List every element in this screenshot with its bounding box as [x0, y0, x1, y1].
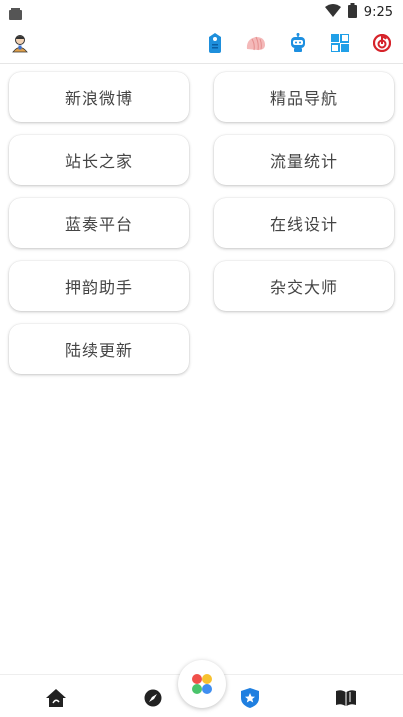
apps-icon[interactable] — [178, 660, 226, 708]
grid-item-label: 站长之家 — [64, 152, 133, 171]
home-icon[interactable] — [46, 688, 66, 708]
grid-item-label: 蓝奏平台 — [64, 215, 133, 234]
grid-app-icon[interactable] — [329, 32, 351, 54]
wifi-icon — [324, 3, 341, 21]
grid-item-lanzou-platform[interactable]: 蓝奏平台 — [9, 198, 189, 248]
grid-item-premium-nav[interactable]: 精品导航 — [214, 72, 394, 122]
status-bar: 9:25 — [0, 0, 403, 24]
grid-item-hybrid-master[interactable]: 杂交大师 — [214, 261, 394, 311]
book-icon[interactable] — [336, 688, 356, 708]
status-right-group: 9:25 — [324, 2, 393, 22]
grid-item-label: 精品导航 — [269, 89, 338, 108]
grid-item-more-coming[interactable]: 陆续更新 — [9, 324, 189, 374]
top-toolbar — [0, 24, 403, 64]
shield-star-icon[interactable] — [240, 688, 260, 708]
compass-icon[interactable] — [143, 688, 163, 708]
notification-square-icon — [9, 5, 22, 20]
battery-icon — [347, 2, 357, 22]
shell-icon[interactable] — [245, 32, 267, 54]
grid-item-rhyme-helper[interactable]: 押韵助手 — [9, 261, 189, 311]
grid-item-label: 在线设计 — [269, 215, 338, 234]
grid-item-label: 新浪微博 — [64, 89, 133, 108]
music-disc-icon[interactable] — [371, 32, 393, 54]
grid-item-label: 押韵助手 — [64, 278, 133, 297]
user-avatar-icon[interactable] — [9, 32, 31, 54]
tag-icon[interactable] — [204, 32, 226, 54]
robot-icon[interactable] — [287, 32, 309, 54]
grid-item-label: 杂交大师 — [269, 278, 338, 297]
grid-item-sina-weibo[interactable]: 新浪微博 — [9, 72, 189, 122]
grid-item-webmaster-home[interactable]: 站长之家 — [9, 135, 189, 185]
grid-item-online-design[interactable]: 在线设计 — [214, 198, 394, 248]
status-time: 9:25 — [363, 4, 393, 20]
grid-item-label: 流量统计 — [269, 152, 338, 171]
grid-item-traffic-stats[interactable]: 流量统计 — [214, 135, 394, 185]
grid-item-label: 陆续更新 — [64, 341, 133, 360]
